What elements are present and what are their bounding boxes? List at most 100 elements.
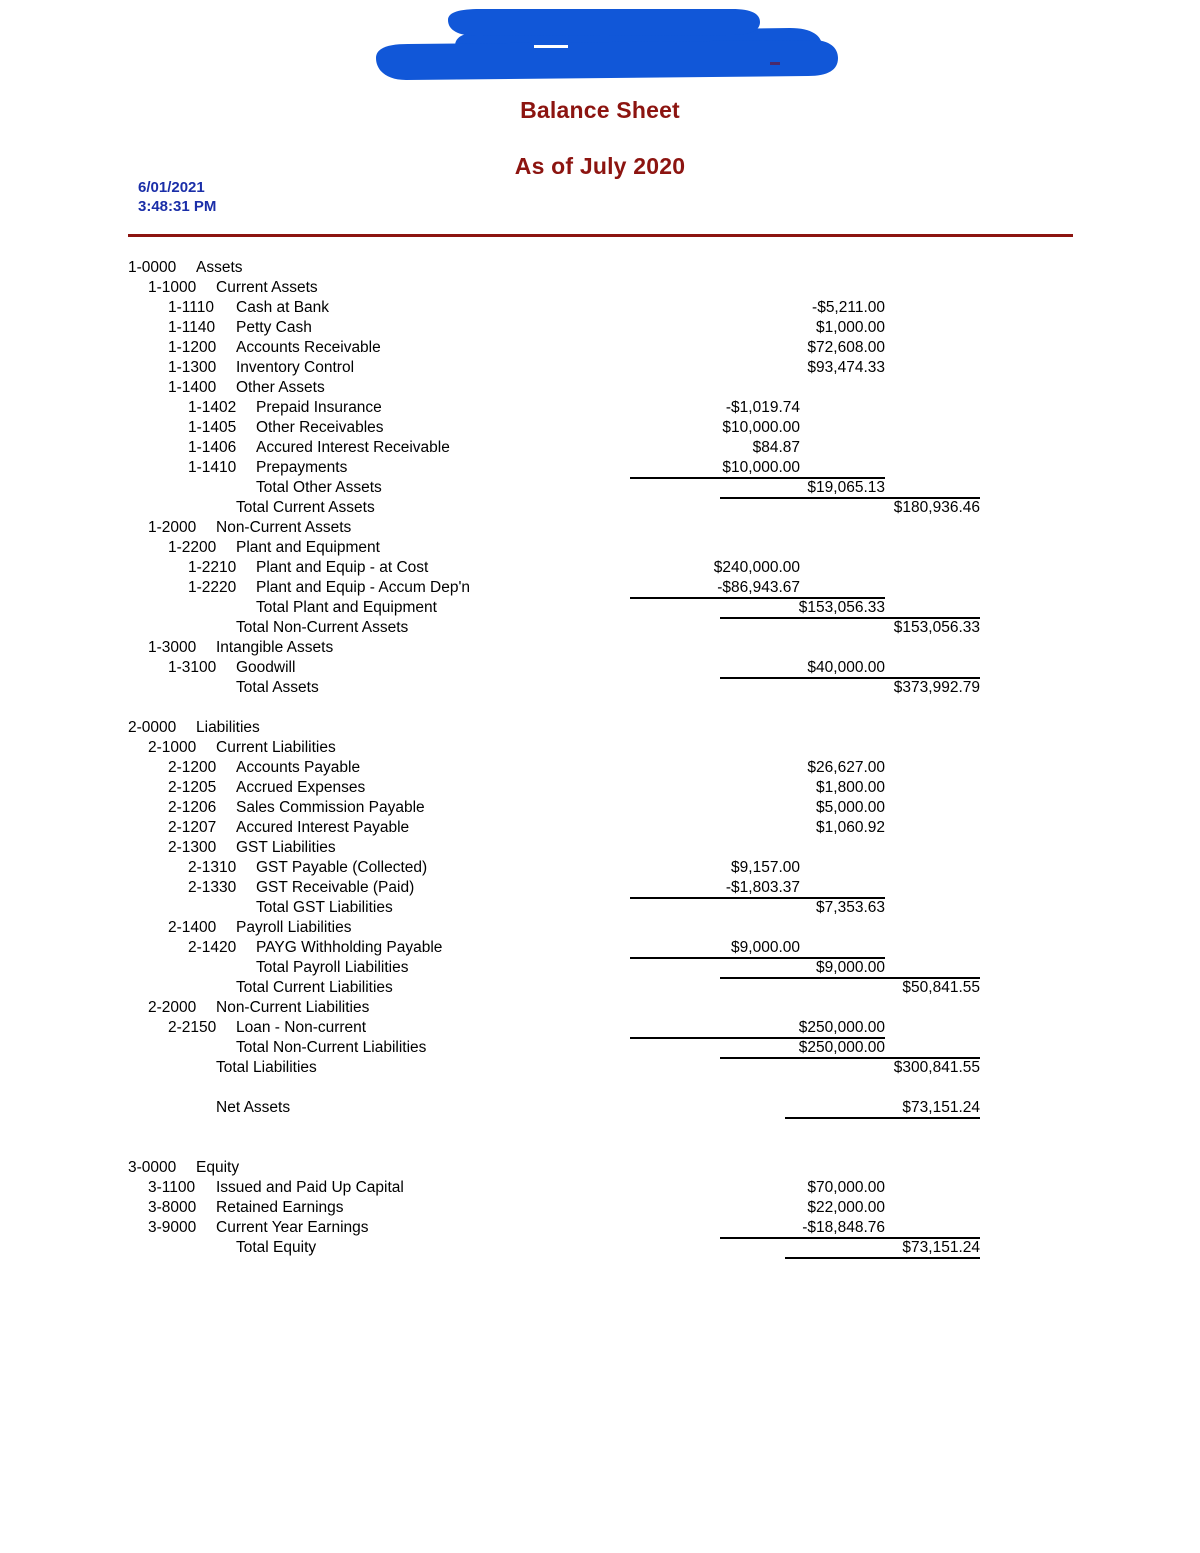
account-label: GST Receivable (Paid) (256, 879, 415, 896)
subtotal-rule-top (630, 897, 885, 899)
total-amount: $73,151.24 (902, 1099, 980, 1116)
total-row: Total Plant and Equipment $153,056.33 (0, 597, 1200, 618)
account-code: 1-3100 (168, 659, 217, 676)
subtotal-rule-top (630, 477, 885, 479)
account-code: 2-1400 (168, 919, 217, 936)
account-amount: $40,000.00 (807, 659, 885, 676)
subtotal-rule-top (720, 977, 980, 979)
account-label: Accured Interest Payable (236, 819, 410, 836)
account-code: 3-9000 (148, 1219, 197, 1236)
account-code: 2-1420 (188, 939, 237, 956)
account-code: 1-1140 (168, 319, 216, 336)
total-label: Total Equity (236, 1239, 317, 1256)
account-amount: $9,157.00 (731, 859, 800, 876)
account-amount: $26,627.00 (807, 759, 885, 776)
account-code: 2-1206 (168, 799, 217, 816)
total-label: Total Liabilities (216, 1059, 317, 1076)
account-code: 1-1110 (168, 299, 214, 316)
total-row: Total Other Assets $19,065.13 (0, 477, 1200, 498)
account-code: 3-0000 (128, 1159, 177, 1176)
account-amount: $10,000.00 (722, 459, 800, 476)
account-row: 1-3100 Goodwill $40,000.00 (0, 658, 1200, 678)
account-code: 1-2210 (188, 559, 237, 576)
account-row: 3-8000 Retained Earnings $22,000.00 (0, 1198, 1200, 1218)
account-label: Assets (196, 259, 243, 276)
account-code: 1-1402 (188, 399, 237, 416)
account-row: 1-1200 Accounts Receivable $72,608.00 (0, 338, 1200, 358)
account-label: Accounts Receivable (236, 339, 381, 356)
account-row: 2-1207 Accured Interest Payable $1,060.92 (0, 818, 1200, 838)
account-row: 1-2210 Plant and Equip - at Cost $240,000.… (0, 558, 1200, 578)
page-title: Balance Sheet (520, 97, 680, 123)
account-label: Liabilities (196, 719, 260, 736)
account-label: Accured Interest Receivable (256, 439, 450, 456)
account-row: 2-0000 Liabilities (0, 718, 1200, 738)
account-row: 1-1406 Accured Interest Receivable $84.87 (0, 438, 1200, 458)
total-amount: $300,841.55 (893, 1059, 980, 1076)
account-label: Issued and Paid Up Capital (216, 1179, 404, 1196)
account-row: 2-1205 Accrued Expenses $1,800.00 (0, 778, 1200, 798)
total-amount: $373,992.79 (893, 679, 980, 696)
account-label: Plant and Equip - Accum Dep'n (256, 579, 471, 596)
account-label: Inventory Control (236, 359, 355, 376)
account-amount: -$1,019.74 (725, 399, 800, 416)
account-code: 1-1000 (148, 279, 197, 296)
header-divider (128, 234, 1073, 237)
total-amount: $9,000.00 (816, 959, 885, 976)
account-amount: -$18,848.76 (802, 1219, 885, 1236)
account-code: 1-1405 (188, 419, 237, 436)
account-amount: $1,060.92 (816, 819, 885, 836)
account-row: 1-2000 Non-Current Assets (0, 518, 1200, 538)
total-row: Net Assets $73,151.24 (0, 1098, 1200, 1119)
subtotal-rule-bottom (785, 1257, 980, 1259)
account-label: Payroll Liabilities (236, 919, 352, 936)
account-row: 1-2220 Plant and Equip - Accum Dep'n -$86,… (0, 578, 1200, 598)
account-code: 2-1330 (188, 879, 237, 896)
account-code: 1-3000 (148, 639, 197, 656)
total-label: Total Payroll Liabilities (256, 959, 409, 976)
account-amount: $10,000.00 (722, 419, 800, 436)
account-row: 3-0000 Equity (0, 1158, 1200, 1178)
account-code: 2-1207 (168, 819, 217, 836)
account-row: 2-1206 Sales Commission Payable $5,000.00 (0, 798, 1200, 818)
total-row: Total GST Liabilities $7,353.63 (0, 897, 1200, 918)
account-amount: $70,000.00 (807, 1179, 885, 1196)
account-row: 2-1420 PAYG Withholding Payable $9,000.00 (0, 938, 1200, 958)
account-label: Non-Current Liabilities (216, 999, 370, 1016)
subtotal-rule-top (720, 1237, 980, 1239)
account-row: 1-1400 Other Assets (0, 378, 1200, 398)
account-code: 2-1310 (188, 859, 237, 876)
total-amount: $50,841.55 (902, 979, 980, 996)
account-code: 2-0000 (128, 719, 177, 736)
account-amount: $1,800.00 (816, 779, 885, 796)
total-label: Net Assets (216, 1099, 291, 1116)
account-label: Prepaid Insurance (256, 399, 382, 416)
account-code: 1-0000 (128, 259, 177, 276)
account-code: 1-2000 (148, 519, 197, 536)
account-label: Non-Current Assets (216, 519, 352, 536)
total-row: Total Equity $73,151.24 (0, 1237, 1200, 1259)
total-row: Total Payroll Liabilities $9,000.00 (0, 957, 1200, 978)
total-label: Total Current Assets (236, 499, 375, 516)
total-label: Total GST Liabilities (256, 899, 393, 916)
account-code: 1-1406 (188, 439, 237, 456)
account-amount: -$86,943.67 (717, 579, 800, 596)
row-spacer (0, 1118, 1200, 1138)
account-code: 3-1100 (148, 1179, 196, 1196)
account-label: Other Receivables (256, 419, 384, 436)
account-label: Prepayments (256, 459, 348, 476)
account-amount: -$5,211.00 (812, 299, 885, 316)
total-label: Total Non-Current Assets (236, 619, 409, 636)
account-row: 2-2000 Non-Current Liabilities (0, 998, 1200, 1018)
total-label: Total Other Assets (256, 479, 382, 496)
total-row: Total Current Assets $180,936.46 (0, 497, 1200, 518)
account-row: 3-9000 Current Year Earnings -$18,848.76 (0, 1218, 1200, 1238)
subtotal-rule-top (720, 1057, 980, 1059)
account-row: 2-1000 Current Liabilities (0, 738, 1200, 758)
account-row: 2-2150 Loan - Non-current $250,000.00 (0, 1018, 1200, 1038)
total-row: Total Non-Current Liabilities $250,000.00 (0, 1037, 1200, 1058)
account-label: Current Assets (216, 279, 318, 296)
print-date: 6/01/2021 (138, 179, 205, 196)
subtotal-rule-top (720, 497, 980, 499)
account-amount: -$1,803.37 (725, 879, 800, 896)
